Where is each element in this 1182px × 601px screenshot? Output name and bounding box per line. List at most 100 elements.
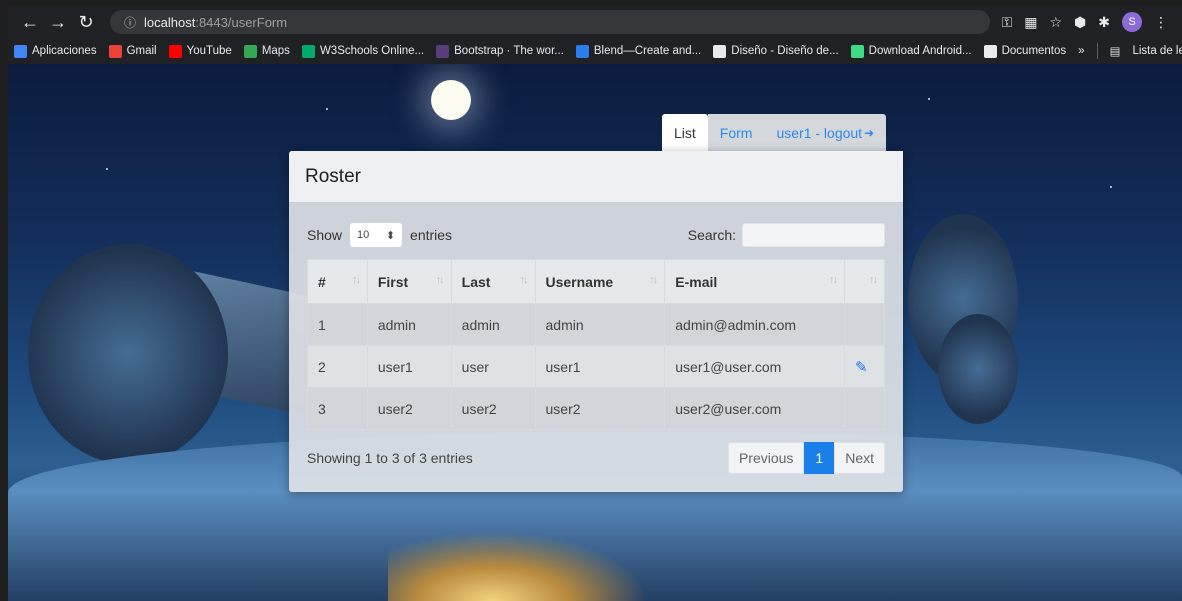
bookmark-label: Download Android... xyxy=(868,45,972,57)
bookmark-item[interactable]: Documentos xyxy=(983,44,1066,58)
column-header[interactable]: # ↑↓ xyxy=(307,259,368,304)
bookmarks-right: » ▤ Lista de lectura xyxy=(1078,43,1182,59)
cell-id: 3 xyxy=(307,387,368,430)
sort-icon: ↑↓ xyxy=(649,274,658,286)
roster-table: # ↑↓ First ↑↓ Last ↑↓ Username ↑↓ E-mail ↑↓ ↑↓ 1 ad… xyxy=(307,259,885,430)
search-input[interactable] xyxy=(742,223,885,247)
profile-avatar[interactable]: S xyxy=(1122,12,1142,32)
cell-first: user2 xyxy=(366,387,452,430)
cell-username: user1 xyxy=(534,345,666,388)
column-header[interactable]: Last ↑↓ xyxy=(450,259,536,304)
bookmark-item[interactable]: W3Schools Online... xyxy=(301,44,425,58)
roster-card: Roster Show 10 ⬍ entries Search: # ↑↓ Firs… xyxy=(289,151,903,492)
bookmark-item[interactable]: Blend—Create and... xyxy=(575,44,702,58)
cell-last: admin xyxy=(450,303,536,346)
star-decoration xyxy=(1110,186,1112,188)
address-row: ← → ↻ ⓘ localhost :8443/userForm ⚿ ▦ ☆ ⬢… xyxy=(8,6,1182,38)
key-icon[interactable]: ⚿ xyxy=(1002,14,1013,31)
menu-icon[interactable]: ⋮ xyxy=(1154,14,1168,31)
table-body: 1 admin admin admin admin@admin.com 2 user1 use… xyxy=(307,303,885,430)
sort-icon: ↑↓ xyxy=(869,274,878,286)
cell-first: user1 xyxy=(366,345,452,388)
table-info: Showing 1 to 3 of 3 entries xyxy=(307,450,473,466)
cell-username: user2 xyxy=(534,387,666,430)
moon-decoration xyxy=(431,80,471,120)
cell-last: user2 xyxy=(450,387,536,430)
reading-list-icon[interactable]: ▤ xyxy=(1110,44,1121,58)
cell-id: 2 xyxy=(307,345,368,388)
star-decoration xyxy=(928,98,930,100)
column-header[interactable]: Username ↑↓ xyxy=(534,259,666,304)
bookmark-item[interactable]: YouTube xyxy=(168,44,232,58)
bookmark-item[interactable]: Download Android... xyxy=(850,44,972,58)
sort-icon: ↑↓ xyxy=(435,274,445,286)
star-icon[interactable]: ☆ xyxy=(1049,14,1062,31)
nav-tabs: List Form user1 - logout ➜ xyxy=(662,114,887,151)
reading-list-label[interactable]: Lista de lectura xyxy=(1132,45,1182,57)
cell-email: admin@admin.com xyxy=(664,303,846,346)
table-header-row: # ↑↓ First ↑↓ Last ↑↓ Username ↑↓ E-mail ↑↓ ↑↓ xyxy=(307,259,885,304)
previous-button[interactable]: Previous xyxy=(727,442,805,474)
column-header-label: # xyxy=(318,273,326,290)
browser-toolbar-icons: ⚿ ▦ ☆ ⬢ ✱ S ⋮ xyxy=(1002,12,1174,32)
bookmark-favicon-icon xyxy=(713,44,727,58)
bookmark-item[interactable]: Aplicaciones xyxy=(14,44,97,58)
bookmark-item[interactable]: Diseño - Diseño de... xyxy=(713,44,839,58)
star-decoration xyxy=(106,168,108,170)
table-row: 1 admin admin admin admin@admin.com xyxy=(307,303,885,346)
bookmark-label: Diseño - Diseño de... xyxy=(731,45,839,57)
sort-icon: ↑↓ xyxy=(351,274,361,286)
next-button[interactable]: Next xyxy=(834,442,885,474)
back-icon[interactable]: ← xyxy=(16,8,44,36)
cell-id: 1 xyxy=(307,303,368,346)
logout-icon: ➜ xyxy=(864,125,875,140)
road-decoration xyxy=(388,531,648,601)
reload-icon[interactable]: ↻ xyxy=(72,8,100,36)
bookmark-label: W3Schools Online... xyxy=(319,45,425,57)
column-header[interactable]: E-mail ↑↓ xyxy=(664,259,846,304)
column-header-label: Username xyxy=(545,273,614,290)
page-length-select[interactable]: 10 ⬍ xyxy=(350,223,403,247)
tab-logout[interactable]: user1 - logout ➜ xyxy=(764,114,887,151)
bookmark-favicon-icon xyxy=(850,44,864,58)
tree-decoration xyxy=(28,244,228,464)
search-label: Search: xyxy=(687,227,736,243)
sort-icon: ↑↓ xyxy=(829,274,838,286)
bookmarks-bar: Aplicaciones Gmail YouTube Maps W3Schools On… xyxy=(8,38,1182,64)
address-bar[interactable]: ⓘ localhost :8443/userForm xyxy=(110,10,990,34)
bookmark-favicon-icon xyxy=(108,44,122,58)
bookmark-favicon-icon xyxy=(983,44,997,58)
bookmark-label: Gmail xyxy=(126,45,157,57)
page-1-button[interactable]: 1 xyxy=(804,442,835,474)
edit-icon[interactable]: ✎ xyxy=(855,358,868,376)
column-header[interactable]: ↑↓ xyxy=(844,259,885,304)
select-arrows-icon: ⬍ xyxy=(385,229,396,242)
bookmark-label: Maps xyxy=(261,45,290,57)
cell-actions xyxy=(844,387,885,430)
card-body: Show 10 ⬍ entries Search: # ↑↓ First ↑↓ Last… xyxy=(289,203,903,474)
puzzle-icon[interactable]: ✱ xyxy=(1098,14,1110,31)
card-title: Roster xyxy=(289,151,903,203)
tab-form[interactable]: Form xyxy=(707,114,765,151)
bookmarks-overflow-icon[interactable]: » xyxy=(1078,45,1084,57)
bookmark-favicon-icon xyxy=(168,44,182,58)
bookmark-favicon-icon xyxy=(243,44,257,58)
entries-label: entries xyxy=(410,227,453,243)
bookmark-label: Blend—Create and... xyxy=(593,45,702,57)
bookmark-label: Aplicaciones xyxy=(32,45,97,57)
bookmark-label: YouTube xyxy=(186,45,232,57)
cell-actions: ✎ xyxy=(844,345,885,388)
site-info-icon[interactable]: ⓘ xyxy=(124,14,136,31)
pagination: Previous 1 Next xyxy=(727,442,885,474)
cell-actions xyxy=(844,303,885,346)
bookmark-item[interactable]: Maps xyxy=(243,44,290,58)
bookmark-item[interactable]: Bootstrap · The wor... xyxy=(436,44,564,58)
bookmark-item[interactable]: Gmail xyxy=(108,44,157,58)
column-header[interactable]: First ↑↓ xyxy=(366,259,452,304)
bookmarks-divider xyxy=(1096,43,1098,59)
extension-icon[interactable]: ⬢ xyxy=(1074,14,1086,31)
forward-icon[interactable]: → xyxy=(44,8,72,36)
tab-list[interactable]: List xyxy=(662,114,708,151)
table-controls: Show 10 ⬍ entries Search: xyxy=(307,221,885,249)
translate-icon[interactable]: ▦ xyxy=(1024,14,1037,31)
